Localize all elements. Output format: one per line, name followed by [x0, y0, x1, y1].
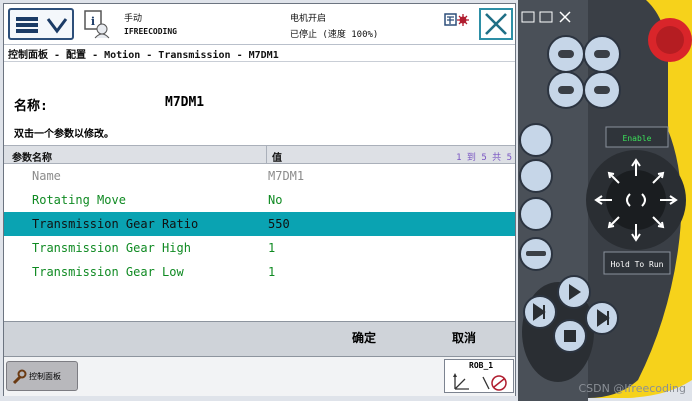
hold-to-run-label: Hold To Run: [611, 260, 664, 269]
param-name: Transmission Gear Low: [32, 265, 184, 279]
menu-icon: [16, 17, 38, 21]
param-name: Transmission Gear High: [32, 241, 191, 255]
enable-label: Enable: [623, 134, 652, 143]
pendant-hardware: Enable Hold To Run: [518, 0, 692, 401]
breadcrumb: 控制面板 - 配置 - Motion - Transmission - M7DM…: [8, 50, 279, 61]
menu-icon-bar: [16, 23, 38, 27]
name-value: M7DM1: [165, 95, 205, 110]
taskbar-item-label: 控制面板: [29, 372, 61, 381]
event-log-icon[interactable]: i: [82, 9, 112, 39]
taskbar-item-control-panel[interactable]: 控制面板: [6, 361, 78, 391]
table-header: 参数名称 值 1 到 5 共 5: [4, 145, 515, 164]
param-value: No: [268, 193, 283, 207]
table-row[interactable]: Name M7DM1: [4, 164, 515, 188]
param-name: Name: [32, 169, 61, 183]
wrench-icon: [12, 369, 27, 385]
taskbar: 控制面板 ROB_1: [4, 356, 515, 396]
close-button[interactable]: [479, 8, 513, 40]
quickset-robot-button[interactable]: ROB_1: [444, 359, 514, 393]
row-range-indicator: 1 到 5 共 5: [456, 153, 512, 163]
divider: [4, 61, 515, 62]
column-divider: [266, 146, 267, 164]
abb-menu-button[interactable]: [8, 8, 74, 40]
param-value: 1: [268, 241, 276, 255]
column-header-name: 参数名称: [12, 153, 52, 164]
jog-coordinate-icon: [453, 373, 507, 391]
param-value: 550: [268, 217, 290, 231]
close-icon: [485, 13, 507, 35]
table-row[interactable]: Rotating Move No: [4, 188, 515, 212]
robot-name: ROB_1: [469, 361, 494, 370]
menu-icon-bar: [16, 29, 38, 33]
param-name: Transmission Gear Ratio: [32, 217, 199, 231]
motor-state: 电机开启: [290, 14, 327, 24]
watermark: CSDN @Ifreecoding: [578, 382, 686, 395]
param-value: M7DM1: [268, 169, 305, 183]
table-row[interactable]: Transmission Gear Low 1: [4, 260, 515, 284]
name-label: 名称:: [14, 99, 48, 114]
controller-name: IFREECODING: [124, 27, 177, 36]
ok-button[interactable]: 确定: [334, 327, 394, 349]
chevron-down-icon: [46, 18, 68, 34]
cancel-button[interactable]: 取消: [434, 327, 494, 349]
param-value: 1: [268, 265, 276, 279]
status-bar: i 手动 IFREECODING 电机开启 已停止 (速度 100%): [4, 4, 515, 45]
operating-mode: 手动: [124, 14, 143, 24]
table-row-selected[interactable]: Transmission Gear Ratio 550: [4, 212, 515, 236]
flexpendant-screen: i 手动 IFREECODING 电机开启 已停止 (速度 100%) 控制面板…: [3, 3, 516, 396]
param-name: Rotating Move: [32, 193, 126, 207]
svg-text:i: i: [91, 15, 95, 28]
column-header-value: 值: [272, 153, 282, 164]
quickset-icon[interactable]: [444, 13, 470, 27]
program-state: 已停止 (速度 100%): [290, 30, 379, 40]
instruction-text: 双击一个参数以修改。: [14, 129, 114, 140]
table-row[interactable]: Transmission Gear High 1: [4, 236, 515, 260]
